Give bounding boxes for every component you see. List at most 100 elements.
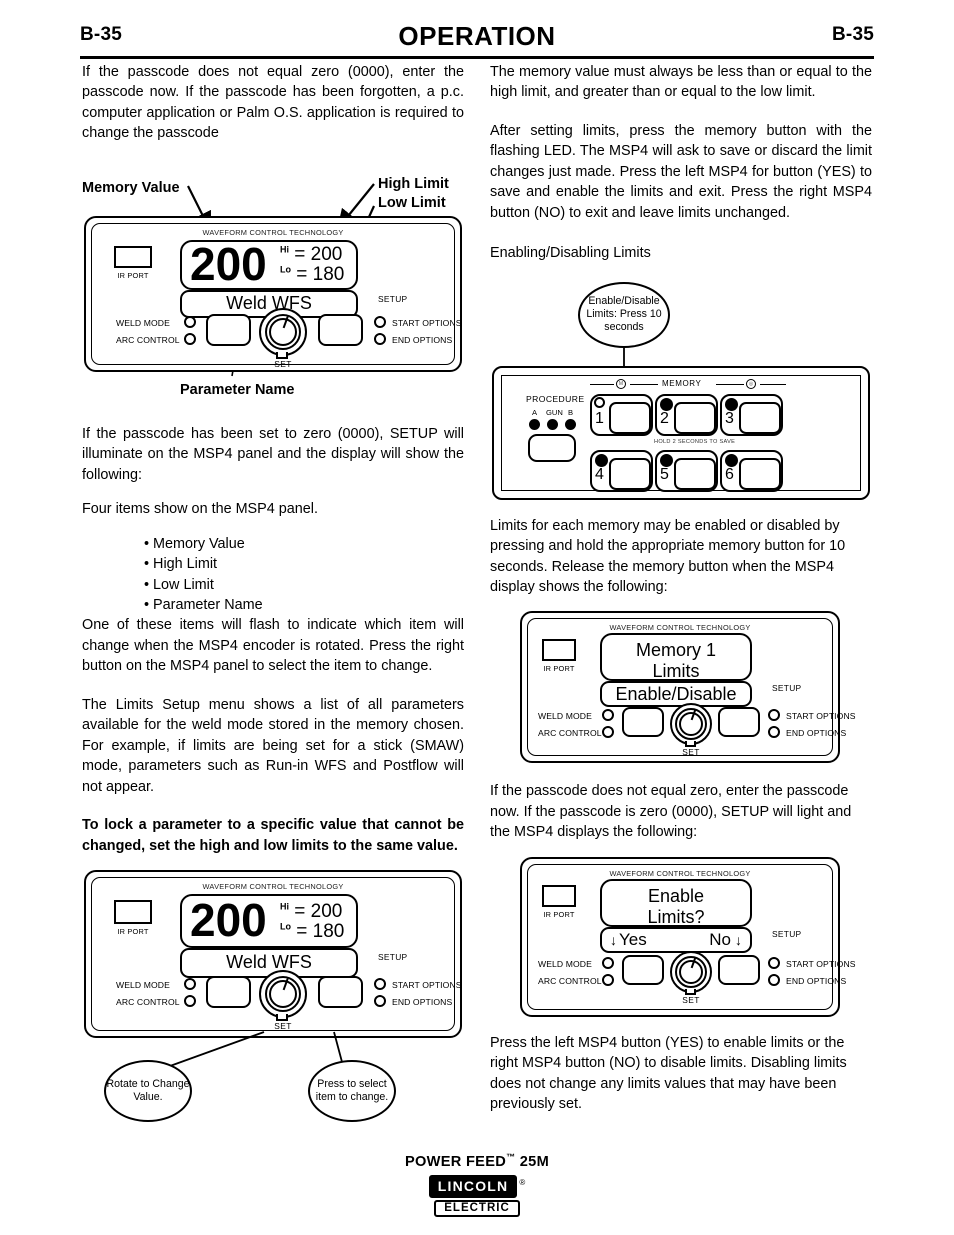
procedure-gun-led <box>547 418 558 430</box>
weld-mode-label: WELD MODE <box>116 317 170 328</box>
paragraph-flash-indicate: One of these items will flash to indicat… <box>82 617 464 675</box>
msp4-right-button[interactable] <box>718 954 760 985</box>
memory-1-number: 1 <box>595 409 604 427</box>
msp4-left-button[interactable] <box>206 975 251 1008</box>
msp4-left-button[interactable] <box>206 313 251 346</box>
callout-enable-disable-text: Enable/Disable Limits: Press 10 seconds <box>586 294 662 334</box>
waveform-control-technology-label: WAVEFORM CONTROL TECHNOLOGY <box>609 623 751 633</box>
memory-button-5[interactable]: 5 <box>655 449 718 492</box>
memory-panel: M MEMORY ◎ PROCEDURE A GUN B 1 2 3 HOLD … <box>492 365 870 500</box>
msp4-right-button[interactable] <box>318 975 363 1008</box>
paragraph-after-setting-limits: After setting limits, press the memory b… <box>490 122 872 221</box>
procedure-button[interactable] <box>528 433 576 462</box>
callout-rotate-text: Rotate to Change Value. <box>106 1077 190 1103</box>
memory-button-6[interactable]: 6 <box>720 449 783 492</box>
callout-rotate-to-change: Rotate to Change Value. <box>104 1059 192 1122</box>
ir-port-label: IR PORT <box>543 664 575 674</box>
end-options-label: END OPTIONS <box>786 728 847 739</box>
set-encoder-knob[interactable] <box>670 950 712 993</box>
memory-button-3[interactable]: 3 <box>720 393 783 436</box>
page-footer: POWER FEED™ 25M LINCOLN ® ELECTRIC <box>0 1152 954 1217</box>
start-options-label: START OPTIONS <box>786 958 856 969</box>
footer-model-suffix: 25M <box>519 1154 550 1170</box>
set-label: SET <box>682 747 700 758</box>
lcd-line-2: Limits? <box>647 906 705 927</box>
lcd-hi-equals: = <box>294 243 306 265</box>
lcd-memory-value: 200 <box>190 893 267 946</box>
heading-enabling-disabling-limits: Enabling/Disabling Limits <box>490 245 651 262</box>
paragraph-limits-setup-menu: The Limits Setup menu shows a list of al… <box>82 696 464 795</box>
memory-left-icon: M <box>616 378 626 389</box>
lcd-sub-display: Enable/Disable <box>600 681 752 708</box>
set-encoder-knob-cap <box>679 959 703 984</box>
list-item: High Limit <box>144 554 464 574</box>
arc-control-label: ARC CONTROL <box>538 728 602 739</box>
memory-4-number: 4 <box>595 465 604 483</box>
memory-2-number: 2 <box>660 409 669 427</box>
memory-button-2[interactable]: 2 <box>655 393 718 436</box>
set-label: SET <box>274 1020 292 1031</box>
logo-top-row: LINCOLN ® <box>428 1175 525 1198</box>
paragraph-four-items: Four items show on the MSP4 panel. <box>82 501 318 518</box>
memory-button-4[interactable]: 4 <box>590 449 653 492</box>
memory-5-face <box>674 457 716 490</box>
waveform-control-technology-label: WAVEFORM CONTROL TECHNOLOGY <box>202 881 344 891</box>
paragraph-limits-enable-disable: Limits for each memory may be enabled or… <box>490 517 846 595</box>
memory-2-face <box>674 401 716 434</box>
lcd-yes-no-display: ↓ Yes No ↓ <box>600 926 752 953</box>
setup-label: SETUP <box>378 293 408 304</box>
page-number-right: B-35 <box>832 24 874 45</box>
lcd-lo-equals: = <box>296 263 308 285</box>
start-options-led <box>374 315 386 328</box>
msp4-right-button[interactable] <box>718 707 760 738</box>
logo-lincoln-text: LINCOLN <box>428 1175 518 1198</box>
lcd-lo-value: 180 <box>312 921 345 943</box>
lcd-hi-tag: Hi <box>280 244 289 255</box>
figure-msp4-memory-limits: WAVEFORM CONTROL TECHNOLOGY IR PORT Memo… <box>490 611 872 767</box>
paragraph-passcode-intro: If the passcode does not equal zero (000… <box>82 64 464 142</box>
end-options-led <box>374 994 386 1007</box>
arc-control-led <box>602 973 614 986</box>
ir-port <box>114 899 152 924</box>
set-encoder-stem <box>276 1013 288 1021</box>
procedure-b-led <box>565 418 576 430</box>
footer-model-name: POWER FEED™ 25M <box>0 1152 954 1170</box>
figure-msp4-limits-callouts: WAVEFORM CONTROL TECHNOLOGY IR PORT 200 … <box>82 869 464 1038</box>
lcd-hi-tag: Hi <box>280 901 289 912</box>
hold-to-save-note: HOLD 2 SECONDS TO SAVE <box>654 438 736 445</box>
ir-port-label: IR PORT <box>117 270 149 280</box>
weld-mode-label: WELD MODE <box>116 979 170 990</box>
lcd-limits-readout: Hi = 200 Lo = 180 <box>280 901 345 943</box>
ir-port <box>542 639 576 662</box>
set-encoder-stem <box>276 351 288 359</box>
lcd-enable-disable-text: Enable/Disable <box>615 683 737 704</box>
memory-header-rule-3 <box>716 383 744 385</box>
start-options-label: START OPTIONS <box>392 979 462 990</box>
weld-mode-led <box>602 956 614 969</box>
page-title: OPERATION <box>398 21 556 51</box>
weld-mode-label: WELD MODE <box>538 958 592 969</box>
annotation-high-limit: High Limit <box>378 175 449 192</box>
lcd-main-display: 200 Hi = 200 Lo = 180 <box>180 239 358 290</box>
set-encoder-knob[interactable] <box>259 969 307 1018</box>
annotation-memory-value: Memory Value <box>82 179 180 196</box>
start-options-label: START OPTIONS <box>786 711 856 722</box>
lcd-line-1: Memory 1 <box>635 640 716 661</box>
memory-header-rule-2 <box>630 383 658 385</box>
memory-header-rule-4 <box>760 383 786 385</box>
msp4-left-button[interactable] <box>622 707 664 738</box>
figure-memory-panel: Enable/Disable Limits: Press 10 seconds … <box>490 270 872 500</box>
memory-button-1[interactable]: 1 <box>590 393 653 436</box>
figure-msp4-enable-limits: WAVEFORM CONTROL TECHNOLOGY IR PORT Enab… <box>490 856 872 1021</box>
msp4-right-button[interactable] <box>318 313 363 346</box>
lcd-line-1: Enable <box>647 885 705 906</box>
msp4-left-button[interactable] <box>622 954 664 985</box>
set-encoder-knob[interactable] <box>259 307 307 356</box>
lincoln-electric-logo: LINCOLN ® ELECTRIC <box>428 1175 525 1217</box>
lcd-enable-limits-text: Enable Limits? <box>602 886 750 928</box>
memory-header-rule-1 <box>590 383 614 385</box>
start-options-label: START OPTIONS <box>392 317 462 328</box>
end-options-led <box>374 332 386 345</box>
lcd-lo-tag: Lo <box>280 921 291 932</box>
msp4-panel-enable-limits: WAVEFORM CONTROL TECHNOLOGY IR PORT Enab… <box>520 856 855 1017</box>
